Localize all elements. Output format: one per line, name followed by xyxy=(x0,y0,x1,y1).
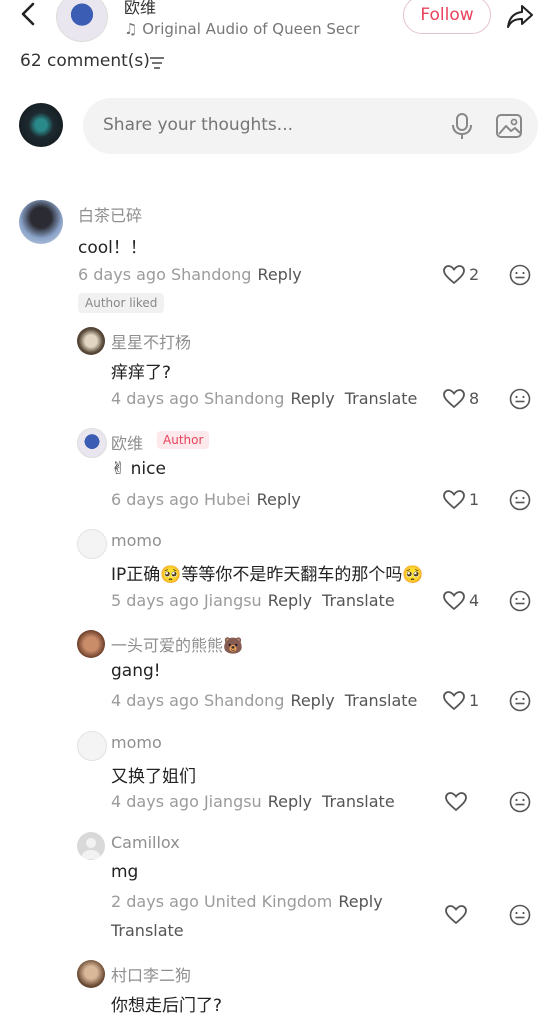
reply-button[interactable]: Reply xyxy=(268,792,312,811)
microphone-icon[interactable] xyxy=(450,112,474,140)
my-avatar xyxy=(19,103,63,147)
comment-time-location: 2 days ago United Kingdom xyxy=(111,892,333,911)
heart-icon[interactable] xyxy=(445,792,467,812)
avatar[interactable] xyxy=(77,731,107,761)
author-avatar[interactable] xyxy=(56,0,108,42)
emoji-reaction-icon[interactable] xyxy=(509,904,531,926)
comment-text: ✌ nice xyxy=(111,459,166,479)
translate-button[interactable]: Translate xyxy=(322,792,395,811)
top-bar: 欧维 ♫ Original Audio of Queen Secr Follow xyxy=(0,0,543,46)
comment-username[interactable]: momo xyxy=(111,733,162,752)
heart-icon[interactable] xyxy=(445,905,467,925)
comment-time-location: 5 days ago Jiangsu xyxy=(111,591,262,610)
comment-text: 痒痒了? xyxy=(111,363,172,383)
comment-time-location: 6 days ago Hubei xyxy=(111,490,251,509)
reply-button[interactable]: Reply xyxy=(257,490,301,509)
heart-icon[interactable] xyxy=(443,389,465,409)
comment-meta: 4 days ago Shandong Reply Translate xyxy=(111,691,417,710)
share-icon[interactable] xyxy=(504,0,536,32)
emoji-reaction-icon[interactable] xyxy=(509,791,531,813)
translate-button[interactable]: Translate xyxy=(345,389,418,408)
emoji-reaction-icon[interactable] xyxy=(509,690,531,712)
comment-meta: 5 days ago Jiangsu Reply Translate xyxy=(111,591,395,610)
comment-meta-line2: Translate xyxy=(111,921,184,940)
like-count: 1 xyxy=(469,691,480,710)
reply-button[interactable]: Reply xyxy=(338,892,382,911)
comment-time-location: 4 days ago Shandong xyxy=(111,691,285,710)
comment-meta: 2 days ago United Kingdom Reply xyxy=(111,892,383,911)
comment-username[interactable]: 星星不打杨 xyxy=(111,329,191,353)
like-count: 1 xyxy=(469,490,480,509)
heart-icon[interactable] xyxy=(443,591,465,611)
comment-time-location: 4 days ago Shandong xyxy=(111,389,285,408)
comment-text: IP正确🥺等等你不是昨天翻车的那个吗🥺 xyxy=(111,565,424,585)
image-icon[interactable] xyxy=(494,111,524,141)
comment-text: gang! xyxy=(111,661,161,681)
comment-meta: 4 days ago Jiangsu Reply Translate xyxy=(111,792,395,811)
reply-button[interactable]: Reply xyxy=(290,389,334,408)
comment-username[interactable]: momo xyxy=(111,531,162,550)
avatar[interactable] xyxy=(77,327,105,355)
like-count: 2 xyxy=(469,265,480,284)
comment-text: mg xyxy=(111,862,139,882)
comment-username[interactable]: 村口李二狗 xyxy=(111,962,191,986)
comment-text: cool！！ xyxy=(78,238,147,258)
comment-time-location: 6 days ago Shandong xyxy=(78,265,252,284)
comment-meta: 6 days ago Hubei Reply xyxy=(111,490,301,509)
translate-button[interactable]: Translate xyxy=(322,591,395,610)
reply-button[interactable]: Reply xyxy=(290,691,334,710)
like-count: 4 xyxy=(469,591,480,610)
emoji-reaction-icon[interactable] xyxy=(509,264,531,286)
avatar[interactable] xyxy=(19,200,63,244)
comment-count: 62 comment(s) xyxy=(20,51,150,71)
heart-icon[interactable] xyxy=(443,265,465,285)
emoji-reaction-icon[interactable] xyxy=(509,489,531,511)
avatar[interactable] xyxy=(77,630,105,658)
follow-button[interactable]: Follow xyxy=(403,0,491,34)
original-audio-label[interactable]: ♫ Original Audio of Queen Secr xyxy=(124,20,360,38)
emoji-reaction-icon[interactable] xyxy=(509,590,531,612)
emoji-reaction-icon[interactable] xyxy=(509,388,531,410)
avatar[interactable] xyxy=(77,832,105,860)
like-count: 8 xyxy=(469,389,480,408)
heart-icon[interactable] xyxy=(443,490,465,510)
author-liked-badge: Author liked xyxy=(78,293,165,313)
comment-username[interactable]: Camillox xyxy=(111,833,180,852)
back-arrow-icon[interactable] xyxy=(14,0,44,30)
default-avatar-icon xyxy=(81,838,101,859)
comment-meta: 6 days ago Shandong Reply xyxy=(78,265,302,284)
avatar[interactable] xyxy=(77,428,107,458)
avatar[interactable] xyxy=(77,960,105,988)
reply-button[interactable]: Reply xyxy=(257,265,301,284)
comment-text: 你想走后门了? xyxy=(111,996,223,1016)
author-tag: Author xyxy=(157,431,210,449)
comment-username[interactable]: 欧维 xyxy=(111,430,143,454)
comment-username[interactable]: 白茶已碎 xyxy=(78,202,142,226)
avatar[interactable] xyxy=(77,529,107,559)
author-name[interactable]: 欧维 xyxy=(124,0,156,18)
comment-text: 又换了姐们 xyxy=(111,767,196,787)
comment-input[interactable] xyxy=(103,115,423,135)
sort-icon[interactable] xyxy=(149,56,165,70)
comment-time-location: 4 days ago Jiangsu xyxy=(111,792,262,811)
comment-username[interactable]: 一头可爱的熊熊🐻 xyxy=(111,632,243,656)
heart-icon[interactable] xyxy=(443,691,465,711)
comment-meta: 4 days ago Shandong Reply Translate xyxy=(111,389,417,408)
translate-button[interactable]: Translate xyxy=(111,921,184,940)
translate-button[interactable]: Translate xyxy=(345,691,418,710)
reply-button[interactable]: Reply xyxy=(268,591,312,610)
